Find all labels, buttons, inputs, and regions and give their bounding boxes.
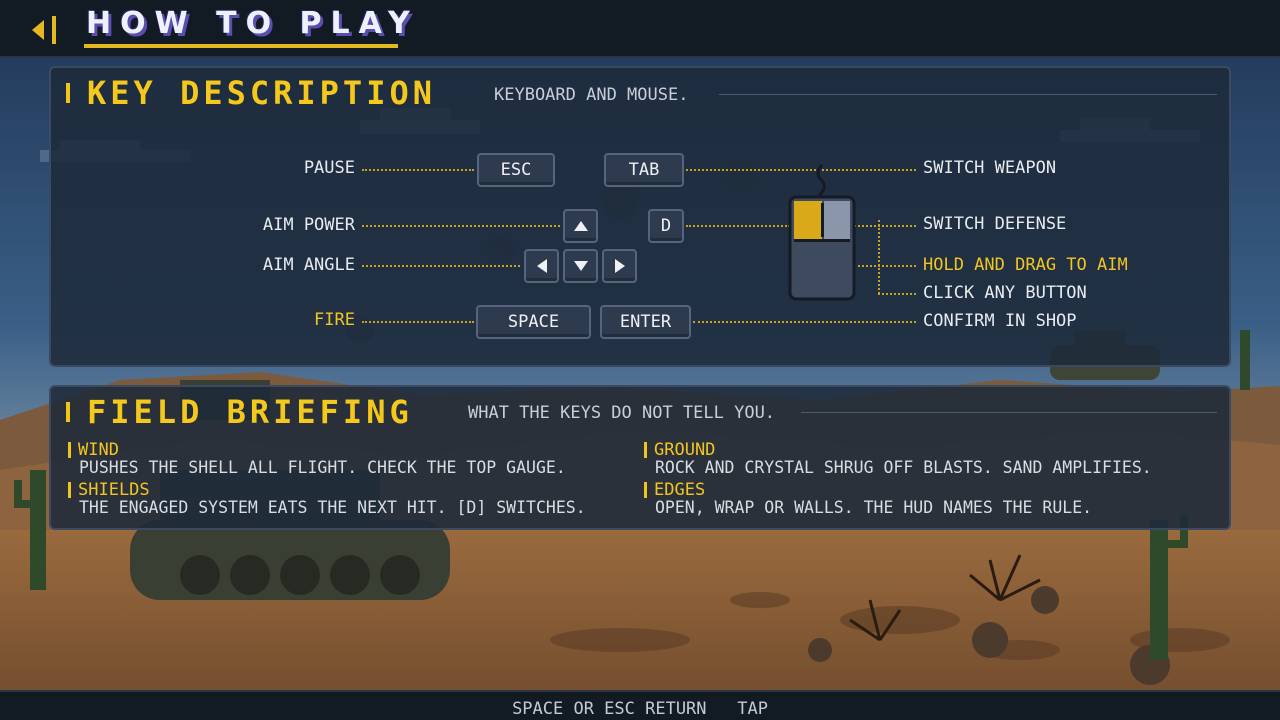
label-pause: PAUSE (303, 158, 355, 178)
page-title: HOW TO PLAY (86, 6, 419, 41)
panel-divider (801, 412, 1217, 413)
mouse (788, 163, 858, 303)
leader-line-click-vertical (878, 220, 880, 294)
key-esc[interactable]: ESC (477, 153, 555, 187)
leader-line-aim-angle (362, 265, 520, 267)
key-arrow-down[interactable] (563, 249, 598, 283)
tip-heading-ground: GROUND (644, 441, 715, 459)
back-button[interactable] (28, 12, 62, 48)
footer-bar: SPACE OR ESC RETURN TAP (0, 690, 1280, 720)
label-hold-drag-aim: HOLD AND DRAG TO AIM (923, 255, 1128, 275)
panel-accent-bar (66, 402, 70, 422)
footer-hint: SPACE OR ESC RETURN TAP (512, 699, 768, 719)
label-fire: FIRE (314, 310, 355, 330)
arrow-left-icon (536, 259, 547, 273)
key-enter[interactable]: ENTER (600, 305, 691, 339)
label-aim-power: AIM POWER (262, 215, 355, 235)
key-tab[interactable]: TAB (604, 153, 684, 187)
arrow-up-icon (573, 221, 588, 231)
key-arrow-up[interactable] (563, 209, 598, 243)
key-description-title: KEY DESCRIPTION (87, 74, 436, 112)
chevron-left-icon (32, 16, 56, 44)
key-space[interactable]: SPACE (476, 305, 591, 339)
leader-line-fire (362, 321, 474, 323)
arrow-down-icon (573, 261, 588, 271)
panel-accent-bar (66, 83, 70, 103)
field-briefing-title: FIELD BRIEFING (87, 393, 413, 431)
leader-line-aim-power (362, 225, 560, 227)
label-switch-weapon: SWITCH WEAPON (923, 158, 1057, 178)
tip-body-edges: OPEN, WRAP OR WALLS. THE HUD NAMES THE R… (655, 498, 1093, 517)
tip-heading-edges: EDGES (644, 481, 705, 499)
tip-body-ground: ROCK AND CRYSTAL SHRUG OFF BLASTS. SAND … (655, 458, 1152, 477)
label-click-any-button: CLICK ANY BUTTON (923, 283, 1087, 303)
label-aim-angle: AIM ANGLE (262, 255, 355, 275)
tip-body-wind: PUSHES THE SHELL ALL FLIGHT. CHECK THE T… (79, 458, 566, 477)
key-arrow-left[interactable] (524, 249, 559, 283)
leader-line-hold-drag (858, 265, 916, 267)
leader-line-confirm-shop (693, 321, 916, 323)
tip-body-shields: THE ENGAGED SYSTEM EATS THE NEXT HIT. [D… (79, 498, 586, 517)
leader-line-switch-defense-right (850, 225, 916, 227)
arrow-right-icon (614, 259, 625, 273)
leader-line-pause (362, 169, 474, 171)
key-arrow-right[interactable] (602, 249, 637, 283)
field-briefing-subtitle: WHAT THE KEYS DO NOT TELL YOU. (468, 403, 776, 423)
panel-divider (719, 94, 1217, 95)
mouse-icon (788, 163, 856, 301)
label-switch-defense: SWITCH DEFENSE (923, 214, 1067, 234)
leader-line-switch-defense (686, 225, 790, 227)
top-bar: HOW TO PLAY (0, 0, 1280, 58)
label-confirm-in-shop: CONFIRM IN SHOP (923, 311, 1077, 331)
tip-heading-shields: SHIELDS (68, 481, 150, 499)
key-d[interactable]: D (648, 209, 684, 243)
leader-line-click-any (878, 293, 916, 295)
tip-heading-wind: WIND (68, 441, 119, 459)
key-description-subtitle: KEYBOARD AND MOUSE. (494, 85, 689, 105)
title-underline (84, 44, 398, 48)
